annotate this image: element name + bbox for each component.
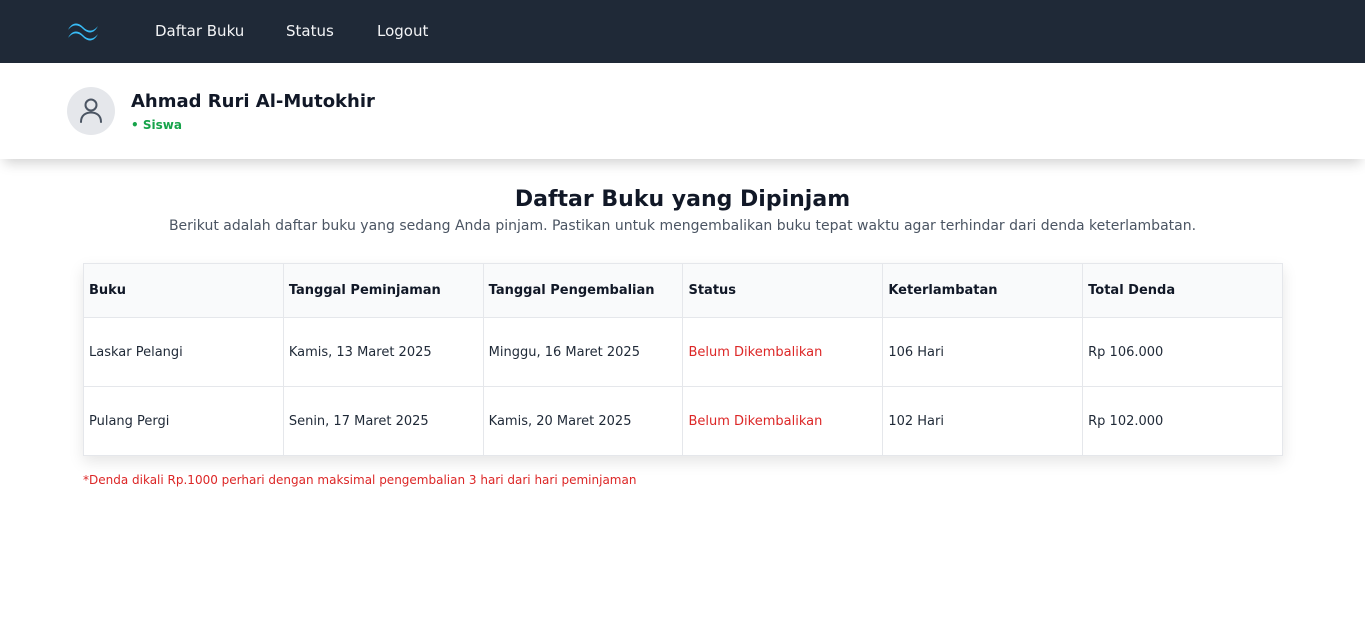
cell-tanggal-peminjaman: Senin, 17 Maret 2025 [282, 386, 484, 456]
column-header-tanggal-peminjaman: Tanggal Peminjaman [282, 263, 484, 318]
cell-status: Belum Dikembalikan [682, 317, 884, 387]
nav-link-logout[interactable]: Logout [377, 21, 428, 41]
cell-buku: Laskar Pelangi [83, 317, 284, 387]
cell-total-denda: Rp 102.000 [1082, 386, 1283, 456]
navbar: Daftar Buku Status Logout [0, 0, 1365, 63]
cell-keterlambatan: 102 Hari [882, 386, 1084, 456]
user-icon [80, 98, 102, 123]
user-name: Ahmad Ruri Al-Mutokhir [131, 91, 375, 112]
cell-status: Belum Dikembalikan [682, 386, 884, 456]
cell-total-denda: Rp 106.000 [1082, 317, 1283, 387]
cell-tanggal-peminjaman: Kamis, 13 Maret 2025 [282, 317, 484, 387]
cell-tanggal-pengembalian: Minggu, 16 Maret 2025 [482, 317, 684, 387]
cell-buku: Pulang Pergi [83, 386, 284, 456]
page-title: Daftar Buku yang Dipinjam [514, 187, 851, 212]
borrowed-books-table: Buku Tanggal Peminjaman Tanggal Pengemba… [83, 263, 1283, 456]
avatar [67, 87, 115, 135]
page-subtitle: Berikut adalah daftar buku yang sedang A… [168, 218, 1197, 234]
nav-link-daftar-buku[interactable]: Daftar Buku [155, 21, 244, 41]
profile-header: Ahmad Ruri Al-Mutokhir • Siswa [0, 63, 1365, 159]
column-header-total-denda: Total Denda [1082, 263, 1283, 318]
nav-link-status[interactable]: Status [286, 21, 334, 41]
cell-keterlambatan: 106 Hari [882, 317, 1084, 387]
table-row: Laskar Pelangi Kamis, 13 Maret 2025 Ming… [83, 317, 1283, 387]
user-role-badge: • Siswa [131, 118, 182, 132]
column-header-keterlambatan: Keterlambatan [882, 263, 1084, 318]
table-row: Pulang Pergi Senin, 17 Maret 2025 Kamis,… [83, 386, 1283, 456]
column-header-status: Status [682, 263, 884, 318]
table-header-row: Buku Tanggal Peminjaman Tanggal Pengemba… [83, 263, 1283, 318]
fine-note: *Denda dikali Rp.1000 perhari dengan mak… [83, 473, 637, 487]
column-header-buku: Buku [83, 263, 284, 318]
borrowed-books-table-container: Buku Tanggal Peminjaman Tanggal Pengemba… [83, 263, 1283, 456]
tailwind-logo-icon[interactable] [66, 20, 100, 42]
column-header-tanggal-pengembalian: Tanggal Pengembalian [482, 263, 684, 318]
cell-tanggal-pengembalian: Kamis, 20 Maret 2025 [482, 386, 684, 456]
